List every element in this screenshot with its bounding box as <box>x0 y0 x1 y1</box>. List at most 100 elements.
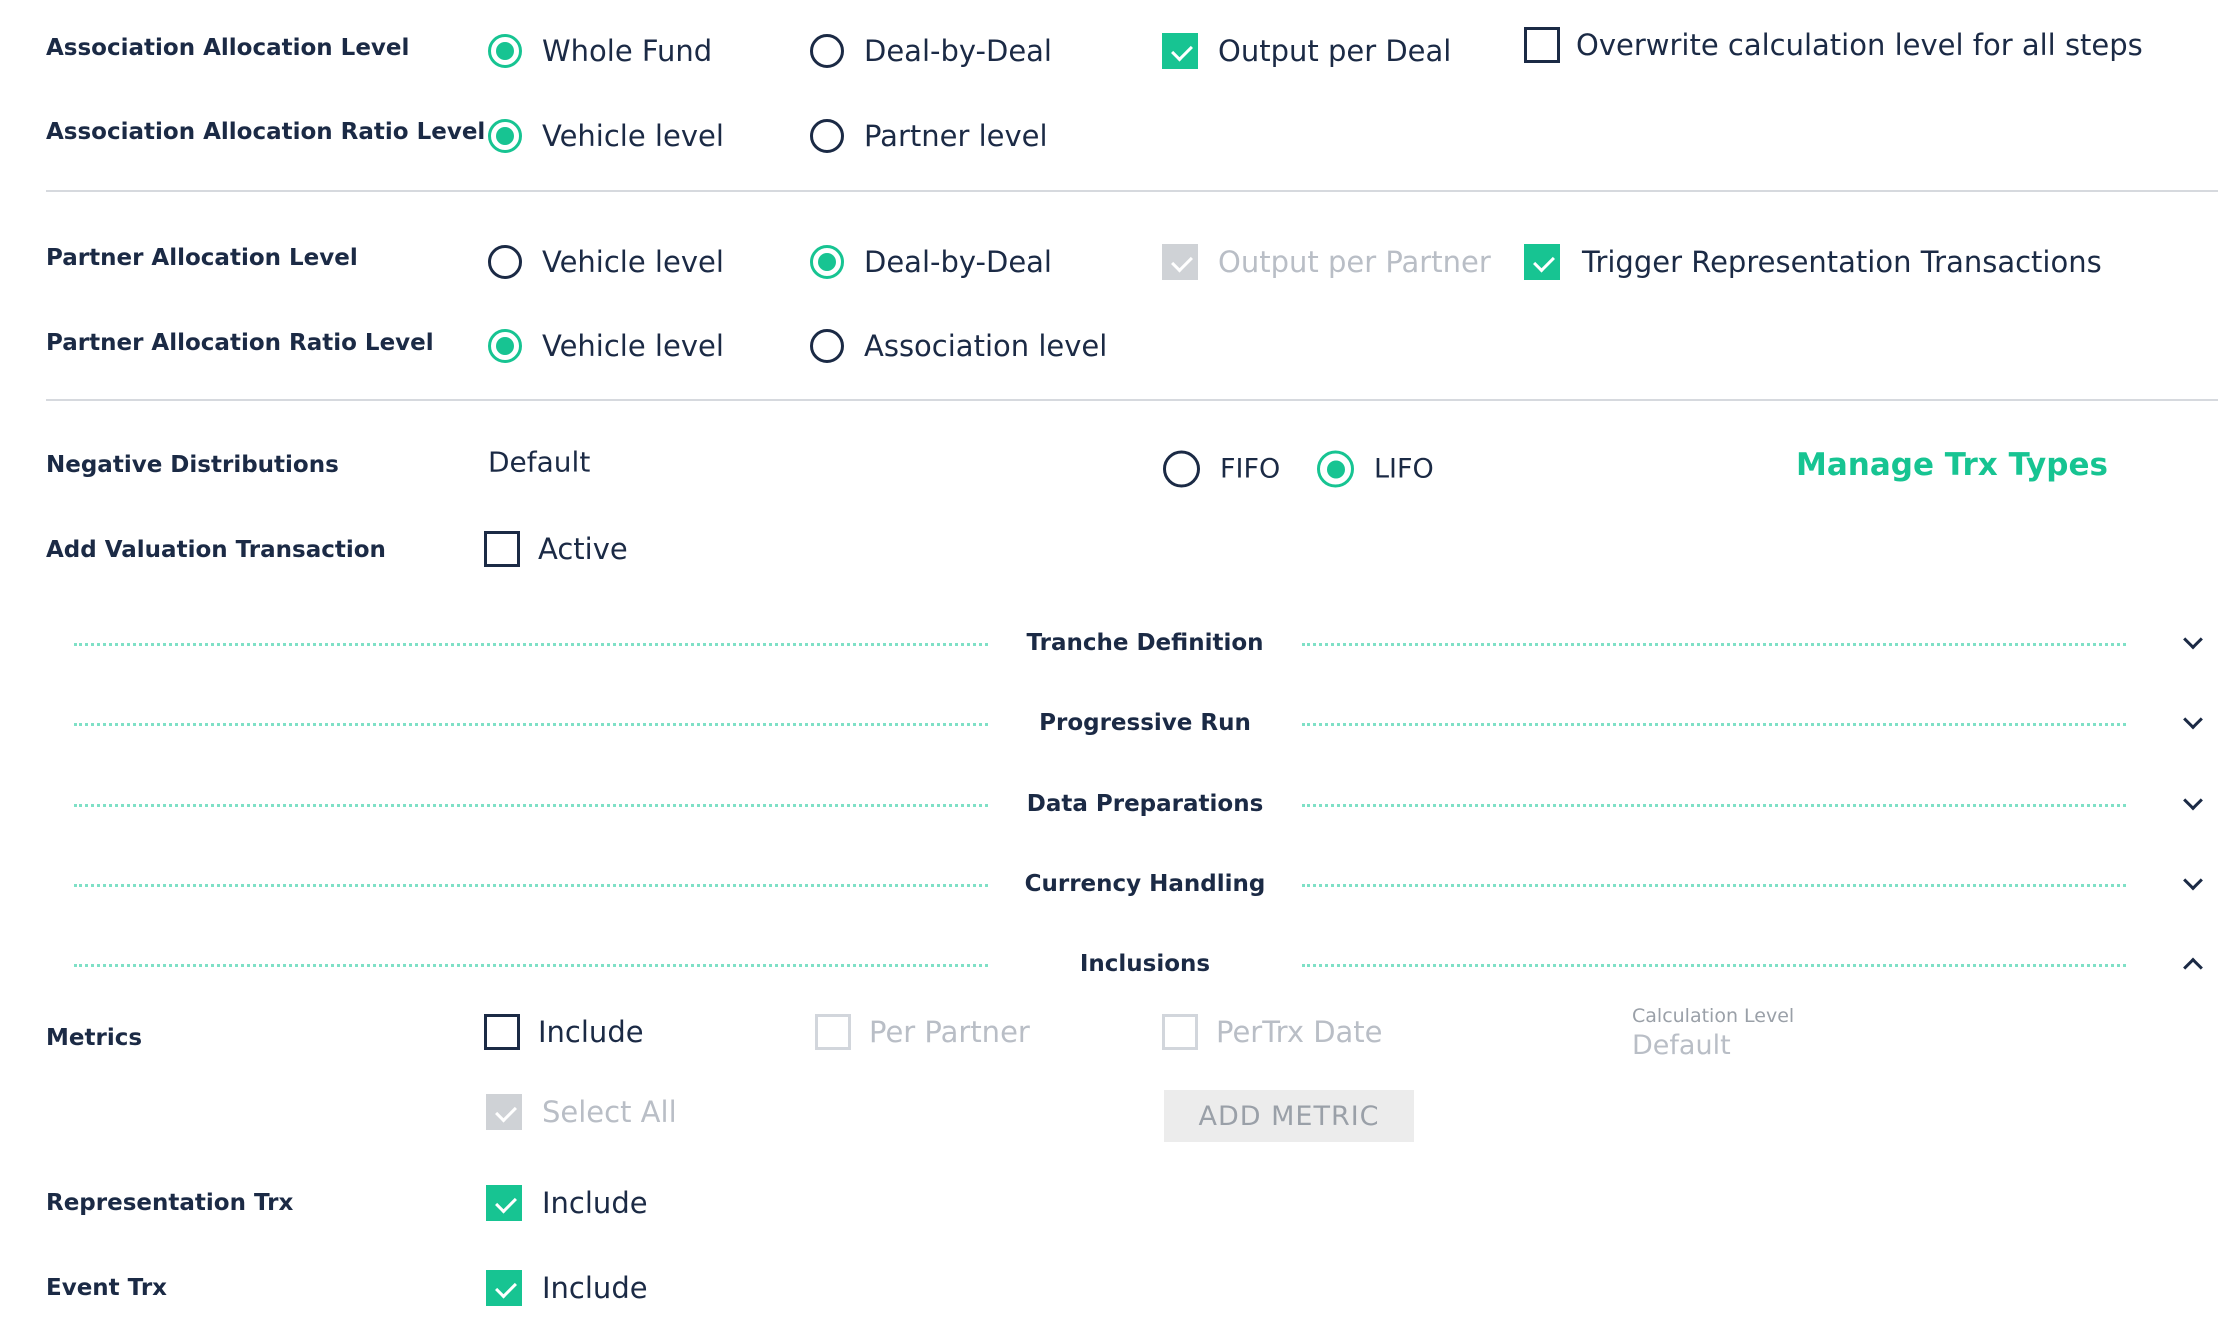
section-title: Tranche Definition <box>1026 630 1264 656</box>
checkbox-unchecked-icon[interactable] <box>484 1014 520 1050</box>
add-valuation-transaction-label: Add Valuation Transaction <box>46 537 386 563</box>
checkbox-per-partner-label: Per Partner <box>869 1015 1030 1049</box>
checkbox-checked-icon[interactable] <box>1162 33 1198 69</box>
manage-trx-types-link[interactable]: Manage Trx Types <box>1796 447 2108 483</box>
radio-association-level[interactable]: Association level <box>810 329 1107 363</box>
radio-whole-fund-label: Whole Fund <box>542 34 713 68</box>
radio-whole-fund[interactable]: Whole Fund <box>488 34 712 68</box>
checkbox-output-per-partner[interactable]: Output per Partner <box>1162 244 1491 280</box>
dotted-line <box>1302 964 2126 967</box>
checkbox-select-all[interactable]: Select All <box>486 1094 677 1130</box>
checkbox-checked-icon[interactable] <box>486 1185 522 1221</box>
radio-fifo-label: FIFO <box>1220 453 1281 485</box>
section-tranche-definition[interactable]: Tranche Definition <box>74 623 2210 663</box>
section-data-preparations[interactable]: Data Preparations <box>74 784 2210 824</box>
section-currency-handling[interactable]: Currency Handling <box>74 864 2210 904</box>
checkbox-overwrite-calculation-level[interactable]: Overwrite calculation level for all step… <box>1524 27 2143 63</box>
checkbox-output-per-deal-label: Output per Deal <box>1218 34 1452 68</box>
checkbox-output-per-deal[interactable]: Output per Deal <box>1162 33 1451 69</box>
radio-unselected-icon[interactable] <box>810 329 844 363</box>
metrics-label: Metrics <box>46 1025 143 1051</box>
radio-lifo[interactable]: LIFO <box>1317 450 1434 488</box>
checkbox-select-all-label: Select All <box>542 1095 677 1129</box>
radio-deal-by-deal-label: Deal-by-Deal <box>864 34 1052 68</box>
radio-selected-icon[interactable] <box>488 34 522 68</box>
chevron-down-icon[interactable] <box>2183 709 2203 730</box>
radio-vehicle-level-label: Vehicle level <box>542 245 724 279</box>
checkbox-checked-icon[interactable] <box>1524 244 1560 280</box>
section-progressive-run[interactable]: Progressive Run <box>74 703 2210 743</box>
checkbox-output-per-partner-label: Output per Partner <box>1218 245 1491 279</box>
checkbox-metrics-include[interactable]: Include <box>484 1014 644 1050</box>
dotted-line <box>1302 723 2126 726</box>
chevron-down-icon[interactable] <box>2183 870 2203 891</box>
checkbox-include-label: Include <box>538 1015 644 1049</box>
checkbox-include-label: Include <box>542 1271 648 1305</box>
radio-selected-icon[interactable] <box>810 245 844 279</box>
radio-partner-ratio-vehicle-level[interactable]: Vehicle level <box>488 329 724 363</box>
checkbox-valuation-active[interactable]: Active <box>484 531 628 567</box>
section-inclusions[interactable]: Inclusions <box>74 944 2210 984</box>
checkbox-unchecked-icon[interactable] <box>1524 27 1560 63</box>
section-title: Inclusions <box>1079 951 1211 977</box>
radio-partner-vehicle-level[interactable]: Vehicle level <box>488 245 724 279</box>
radio-partner-level-label: Partner level <box>864 119 1048 153</box>
radio-selected-icon[interactable] <box>1317 450 1354 488</box>
association-allocation-level-label: Association Allocation Level <box>46 35 410 61</box>
event-trx-label: Event Trx <box>46 1275 168 1301</box>
negative-distributions-value[interactable]: Default <box>488 446 590 479</box>
partner-ratio-level-label: Partner Allocation Ratio Level <box>46 330 434 356</box>
section-title: Data Preparations <box>1026 791 1264 817</box>
checkbox-checked-icon[interactable] <box>486 1270 522 1306</box>
dotted-line <box>1302 884 2126 887</box>
checkbox-disabled-checked-icon[interactable] <box>486 1094 522 1130</box>
checkbox-disabled-checked-icon[interactable] <box>1162 244 1198 280</box>
chevron-down-icon[interactable] <box>2183 790 2203 811</box>
checkbox-active-label: Active <box>538 532 628 566</box>
radio-selected-icon[interactable] <box>488 119 522 153</box>
radio-deal-by-deal-label: Deal-by-Deal <box>864 245 1052 279</box>
checkbox-disabled-icon[interactable] <box>815 1014 851 1050</box>
checkbox-disabled-icon[interactable] <box>1162 1014 1198 1050</box>
dotted-line <box>74 964 988 967</box>
section-title: Progressive Run <box>1039 710 1251 736</box>
radio-partner-deal-by-deal[interactable]: Deal-by-Deal <box>810 245 1052 279</box>
checkbox-overwrite-label: Overwrite calculation level for all step… <box>1576 28 2143 62</box>
add-metric-button[interactable]: ADD METRIC <box>1164 1090 1414 1142</box>
section-divider <box>46 190 2218 192</box>
checkbox-trigger-representation[interactable]: Trigger Representation Transactions <box>1524 244 2102 280</box>
checkbox-event-include[interactable]: Include <box>486 1270 648 1306</box>
dotted-line <box>74 723 988 726</box>
checkbox-trigger-representation-label: Trigger Representation Transactions <box>1582 245 2102 279</box>
radio-association-vehicle-level[interactable]: Vehicle level <box>488 119 724 153</box>
calculation-level-value[interactable]: Default <box>1632 1030 1731 1061</box>
dotted-line <box>74 884 988 887</box>
radio-unselected-icon[interactable] <box>810 119 844 153</box>
negative-distributions-label: Negative Distributions <box>46 452 339 478</box>
radio-lifo-label: LIFO <box>1374 453 1434 485</box>
radio-deal-by-deal[interactable]: Deal-by-Deal <box>810 34 1052 68</box>
section-divider <box>46 399 2218 401</box>
radio-fifo[interactable]: FIFO <box>1163 450 1281 488</box>
radio-vehicle-level-label: Vehicle level <box>542 329 724 363</box>
chevron-down-icon[interactable] <box>2183 629 2203 650</box>
association-ratio-level-label: Association Allocation Ratio Level <box>46 119 486 145</box>
representation-trx-label: Representation Trx <box>46 1190 294 1216</box>
checkbox-unchecked-icon[interactable] <box>484 531 520 567</box>
checkbox-pertrx-date[interactable]: PerTrx Date <box>1162 1014 1383 1050</box>
section-title: Currency Handling <box>1024 871 1266 897</box>
radio-unselected-icon[interactable] <box>1163 450 1200 488</box>
dotted-line <box>74 643 988 646</box>
chevron-up-icon[interactable] <box>2183 957 2203 978</box>
radio-unselected-icon[interactable] <box>810 34 844 68</box>
calculation-level-label: Calculation Level <box>1632 1005 1795 1027</box>
radio-selected-icon[interactable] <box>488 329 522 363</box>
checkbox-per-partner[interactable]: Per Partner <box>815 1014 1030 1050</box>
radio-vehicle-level-label: Vehicle level <box>542 119 724 153</box>
checkbox-pertrx-date-label: PerTrx Date <box>1216 1015 1383 1049</box>
partner-allocation-level-label: Partner Allocation Level <box>46 245 358 271</box>
checkbox-representation-include[interactable]: Include <box>486 1185 648 1221</box>
dotted-line <box>1302 804 2126 807</box>
radio-unselected-icon[interactable] <box>488 245 522 279</box>
radio-partner-level[interactable]: Partner level <box>810 119 1048 153</box>
